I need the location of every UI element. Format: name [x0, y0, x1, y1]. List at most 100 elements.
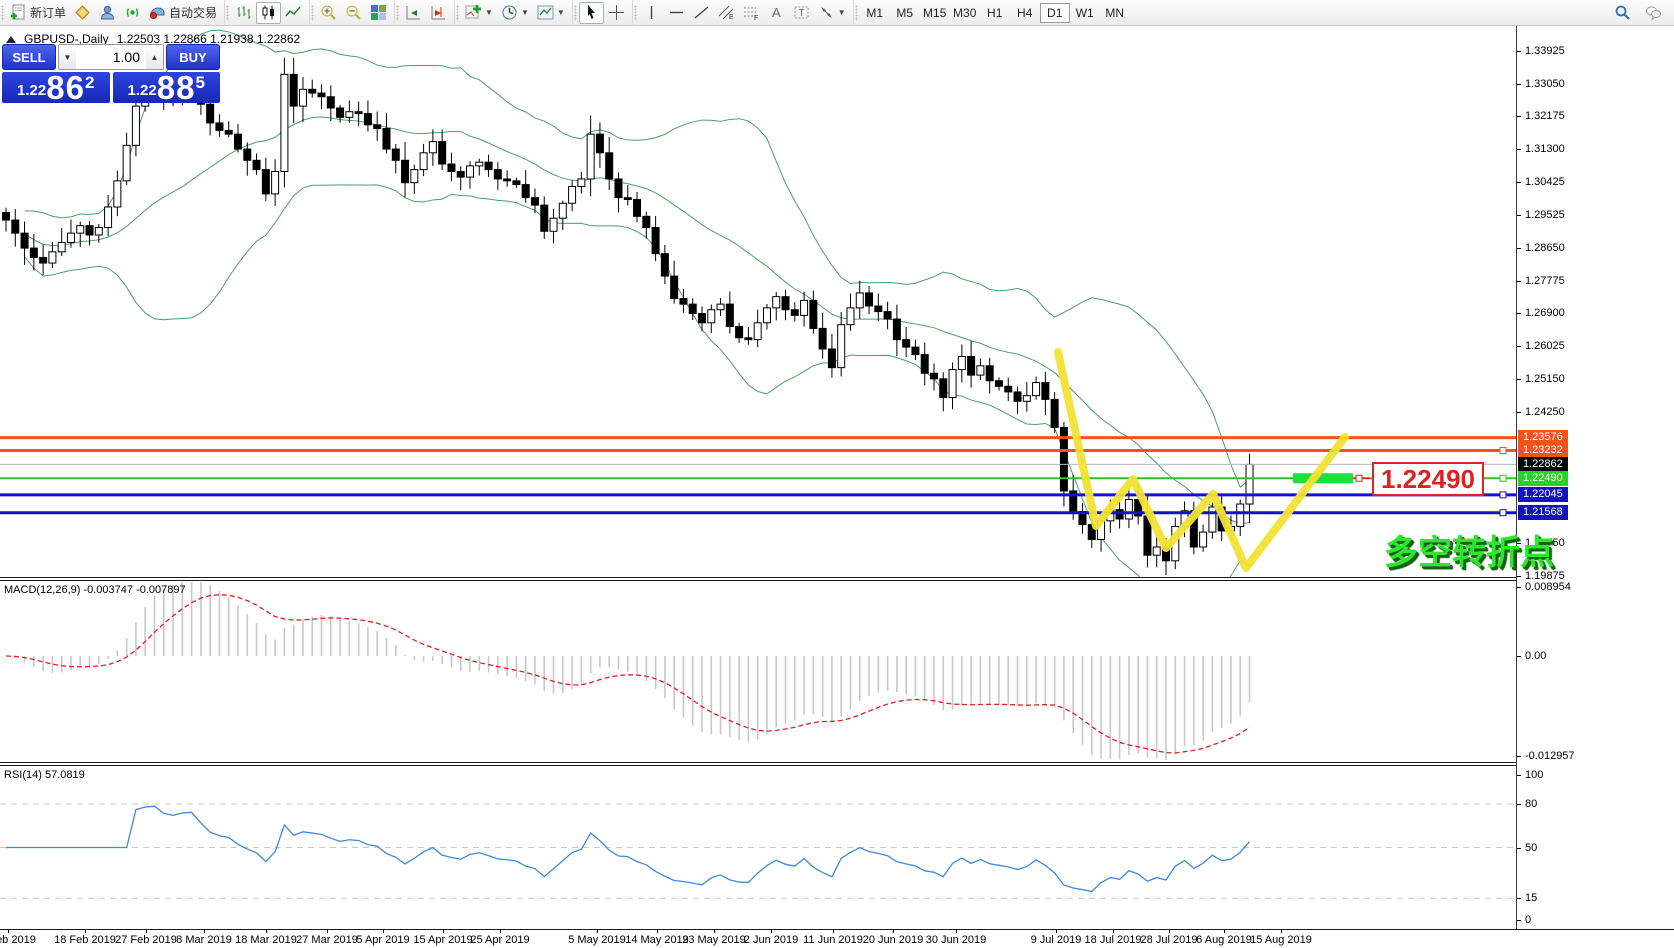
sell-price-sup: 2 [85, 73, 94, 93]
chart-shift-button[interactable] [426, 2, 451, 24]
rsi-panel[interactable] [0, 766, 1516, 929]
price-axis[interactable]: 1.339251.330501.321751.313001.304251.295… [1516, 26, 1674, 929]
price-tag: 1.23232 [1518, 443, 1568, 458]
date-tick [1169, 930, 1170, 933]
collapse-arrow-icon[interactable] [6, 36, 16, 43]
cursor-button[interactable] [579, 2, 604, 24]
volume-down-button[interactable]: ▼ [59, 45, 76, 69]
equidistant-channel-button[interactable]: E [714, 2, 739, 24]
timeframe-h4[interactable]: H4 [1010, 3, 1040, 23]
templates-button[interactable]: ▼ [533, 2, 569, 24]
price-axis-label: 1.24250 [1525, 406, 1565, 418]
text-button[interactable]: A [764, 2, 789, 24]
date-label: 18 Feb 2019 [54, 934, 116, 946]
rsi-axis-label: 100 [1525, 769, 1543, 781]
sell-price-prefix: 1.22 [17, 82, 46, 99]
timeframe-d1[interactable]: D1 [1040, 3, 1070, 23]
fibonacci-button[interactable]: F [739, 2, 764, 24]
chat-icon [1645, 4, 1662, 21]
equidistant-channel-icon: E [718, 4, 735, 21]
buy-price[interactable]: 1.22885 [113, 72, 221, 103]
date-tick [714, 930, 715, 933]
zoom-out-button[interactable] [341, 2, 366, 24]
line-chart-button[interactable] [281, 2, 306, 24]
macd-label: MACD(12,26,9) -0.003747 -0.007897 [4, 584, 186, 596]
price-callout-label[interactable]: 1.22490 [1372, 462, 1484, 496]
timeframe-m5[interactable]: M5 [890, 3, 920, 23]
arrows-button[interactable]: ▼ [814, 2, 850, 24]
profile-button[interactable] [95, 2, 120, 24]
sell-button[interactable]: SELL [2, 44, 56, 70]
price-chart[interactable] [0, 26, 1516, 577]
autotrade-button[interactable]: 自动交易 [145, 2, 221, 24]
profile-icon [99, 4, 116, 21]
sell-price[interactable]: 1.22862 [2, 72, 110, 103]
zoom-in-button[interactable] [316, 2, 341, 24]
macd-panel[interactable] [0, 581, 1516, 762]
date-tick [1281, 930, 1282, 933]
price-tag: 1.22045 [1518, 487, 1568, 502]
axis-tick [1517, 379, 1521, 380]
date-tick [85, 930, 86, 933]
axis-tick [1517, 920, 1521, 921]
trendline-icon [693, 4, 710, 21]
metaeditor-button[interactable] [70, 2, 95, 24]
timeframe-h1[interactable]: H1 [980, 3, 1010, 23]
text-label-button[interactable]: T [789, 2, 814, 24]
auto-scroll-button[interactable] [401, 2, 426, 24]
new-order-button[interactable]: 新订单 [6, 2, 70, 24]
main-toolbar: 新订单 [0, 0, 1674, 26]
new-order-label: 新订单 [30, 4, 66, 21]
date-tick [8, 930, 9, 933]
volume-input[interactable]: 1.00 [76, 45, 146, 69]
horizontal-line-button[interactable] [664, 2, 689, 24]
timeframe-w1[interactable]: W1 [1070, 3, 1100, 23]
fibonacci-icon: F [743, 4, 760, 21]
buy-button[interactable]: BUY [166, 44, 220, 70]
timeframe-m1[interactable]: M1 [860, 3, 890, 23]
panel-divider-macd[interactable] [0, 577, 1516, 581]
candlestick-chart-button[interactable] [256, 2, 281, 24]
crosshair-button[interactable] [604, 2, 629, 24]
date-tick [443, 930, 444, 933]
autotrade-label: 自动交易 [169, 4, 217, 21]
date-tick [204, 930, 205, 933]
date-axis[interactable]: 8 Feb 201918 Feb 201927 Feb 20198 Mar 20… [0, 929, 1674, 948]
bar-chart-button[interactable] [231, 2, 256, 24]
horizontal-line-icon [668, 4, 685, 21]
date-tick [597, 930, 598, 933]
date-label: 27 Feb 2019 [115, 934, 177, 946]
price-axis-label: 1.30425 [1525, 176, 1565, 188]
axis-tick [1517, 281, 1521, 282]
periods-button[interactable]: ▼ [497, 2, 533, 24]
svg-text:F: F [754, 15, 758, 21]
macd-axis-label: -0.012957 [1525, 750, 1575, 762]
periods-clock-icon [501, 4, 518, 21]
date-label: 5 Apr 2019 [356, 934, 409, 946]
date-label: 14 May 2019 [625, 934, 689, 946]
timeframe-mn[interactable]: MN [1100, 3, 1130, 23]
date-label: 15 Aug 2019 [1250, 934, 1312, 946]
vertical-line-button[interactable] [639, 2, 664, 24]
timeframe-m15[interactable]: M15 [920, 3, 950, 23]
indicators-caret-icon: ▼ [485, 8, 493, 17]
volume-up-button[interactable]: ▲ [146, 45, 163, 69]
signal-button[interactable] [120, 2, 145, 24]
sell-price-big: 86 [46, 74, 85, 102]
tile-windows-button[interactable] [366, 2, 391, 24]
search-button[interactable] [1610, 2, 1635, 24]
axis-tick [1517, 898, 1521, 899]
date-label: 6 Aug 2019 [1196, 934, 1252, 946]
date-tick [383, 930, 384, 933]
axis-tick [1517, 313, 1521, 314]
indicators-button[interactable]: ▼ [461, 2, 497, 24]
bar-chart-icon [235, 4, 252, 21]
timeframe-m30[interactable]: M30 [950, 3, 980, 23]
trendline-button[interactable] [689, 2, 714, 24]
annotation-text[interactable]: 多空转折点 [1384, 525, 1554, 574]
chat-button[interactable] [1641, 2, 1666, 24]
text-icon: A [768, 4, 785, 21]
date-label: 5 May 2019 [568, 934, 625, 946]
axis-tick [1517, 756, 1521, 757]
panel-divider-rsi[interactable] [0, 762, 1516, 766]
